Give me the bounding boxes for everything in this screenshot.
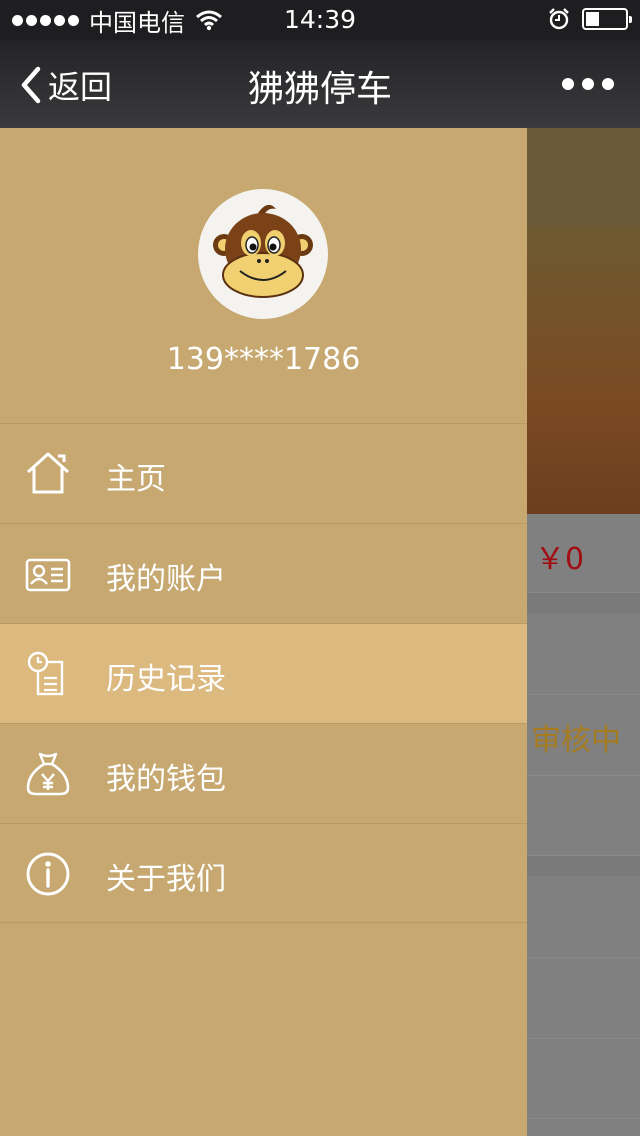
price-row: ￥0 (527, 514, 640, 593)
price-value: ￥0 (535, 542, 585, 577)
id-card-icon (25, 558, 71, 592)
divider (527, 856, 640, 876)
battery-icon (582, 8, 632, 30)
list-item (527, 614, 640, 695)
menu-item-label: 主页 (106, 462, 166, 497)
more-dot (562, 78, 574, 90)
monkey-avatar-icon (213, 204, 313, 298)
status-row: 审核中 (527, 695, 640, 776)
user-phone: 139****1786 (166, 342, 361, 377)
list-item (527, 958, 640, 1039)
alarm-clock-icon (549, 8, 569, 30)
info-icon (26, 852, 70, 896)
background-header (527, 128, 640, 226)
money-bag-icon (26, 752, 70, 796)
more-dot (582, 78, 594, 90)
menu-item-about[interactable]: 关于我们 (0, 823, 527, 923)
menu-item-history[interactable]: 历史记录 (0, 623, 527, 723)
menu-item-home[interactable]: 主页 (0, 423, 527, 523)
navigation-bar: 返回 狒狒停车 (0, 40, 640, 128)
menu-item-label: 关于我们 (106, 862, 226, 897)
menu-item-label: 历史记录 (106, 662, 226, 697)
clock: 14:39 (283, 5, 357, 34)
status-bar: 中国电信 14:39 (0, 0, 640, 40)
background-image (527, 226, 640, 514)
background-page[interactable]: ￥0 审核中 (527, 128, 640, 1136)
list-item (527, 877, 640, 958)
menu-item-account[interactable]: 我的账户 (0, 523, 527, 623)
history-icon (27, 651, 64, 696)
list-item (527, 776, 640, 856)
list-item (527, 1039, 640, 1119)
menu-item-label: 我的钱包 (106, 762, 226, 797)
divider (527, 593, 640, 613)
side-drawer: 139****1786 主页 我的账户 历史记录 我的钱包 关于我们 (0, 128, 527, 1136)
more-dot (602, 78, 614, 90)
profile-header: 139****1786 (0, 128, 527, 424)
page-title: 狒狒停车 (247, 69, 392, 110)
drawer-menu: 主页 我的账户 历史记录 我的钱包 关于我们 (0, 423, 527, 923)
avatar[interactable] (198, 189, 328, 319)
menu-item-wallet[interactable]: 我的钱包 (0, 723, 527, 823)
menu-item-label: 我的账户 (106, 562, 226, 597)
status-text: 审核中 (531, 723, 621, 758)
more-options-button[interactable] (562, 78, 614, 90)
home-icon (26, 452, 70, 494)
